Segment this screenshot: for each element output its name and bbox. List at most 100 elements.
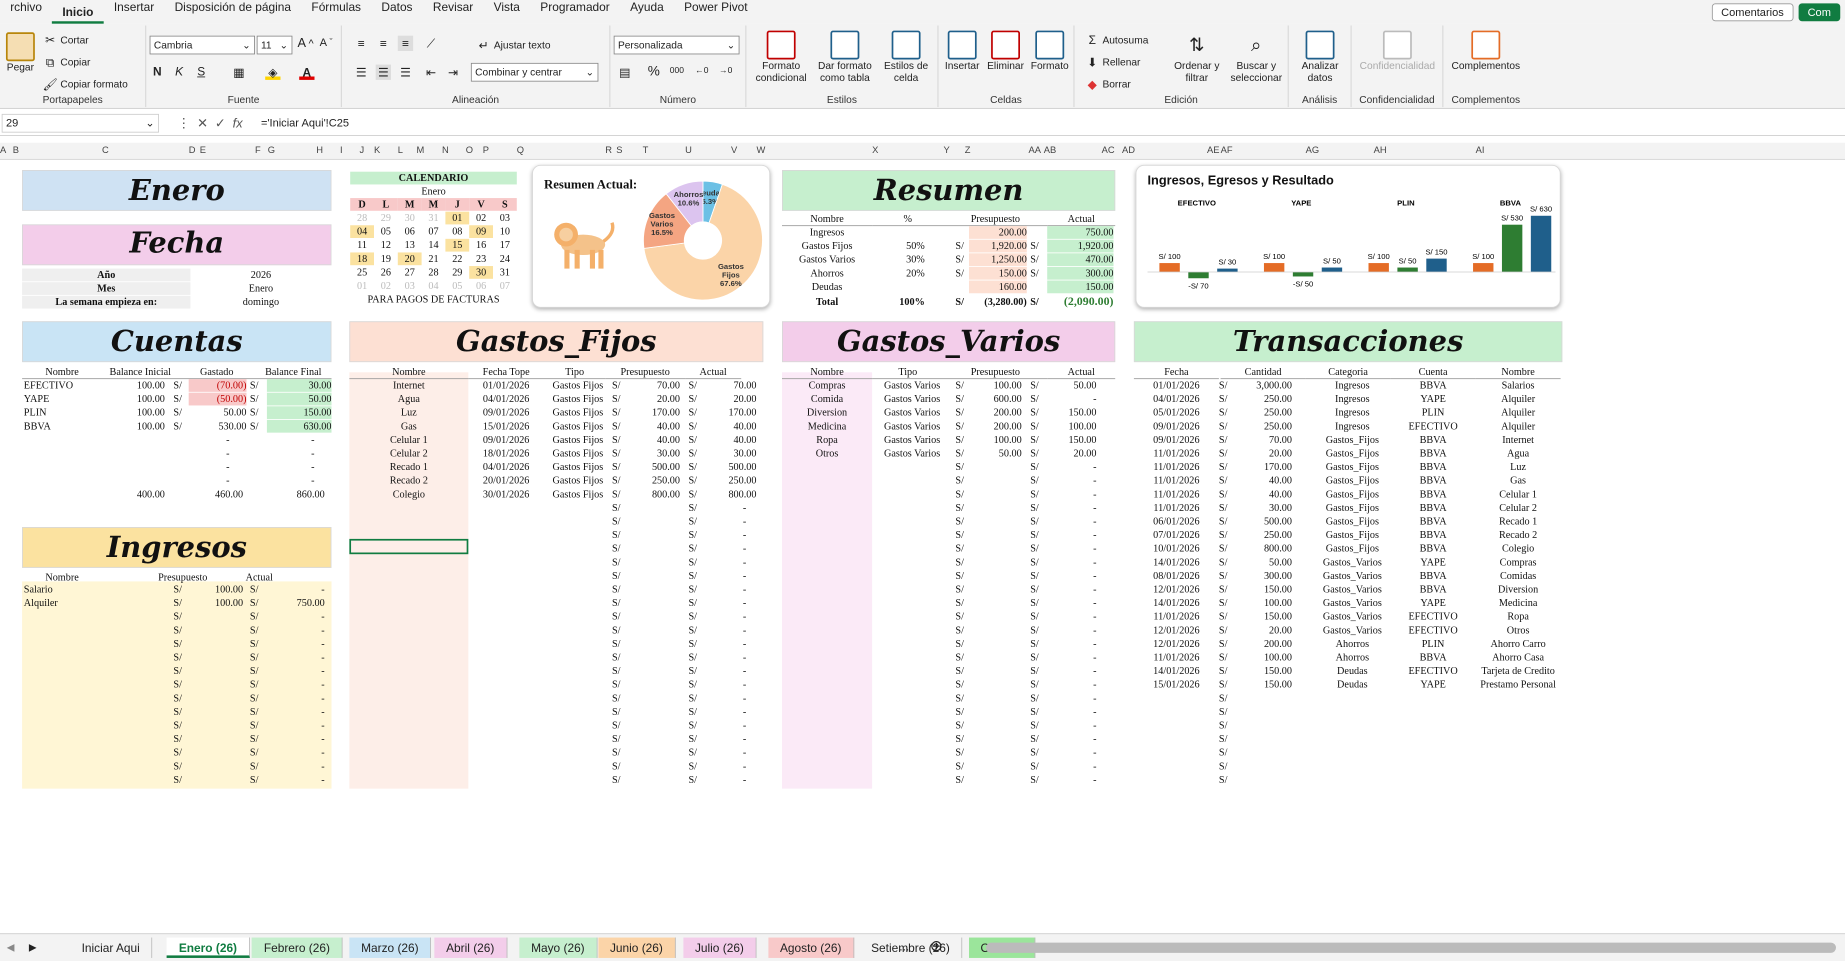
calendar-day[interactable]: 09 xyxy=(469,225,493,238)
column-header[interactable]: L xyxy=(398,145,403,155)
percent-button[interactable]: % xyxy=(648,65,660,80)
column-header[interactable]: G xyxy=(268,145,275,155)
sheet-tab[interactable]: Abril (26) xyxy=(434,937,508,958)
sheet-grid[interactable]: Enero Fecha Resumen Actual: Deudas 5.3% Ga… xyxy=(0,159,1845,789)
share-button[interactable]: Com xyxy=(1798,2,1841,21)
increase-decimal-button[interactable]: ←0 xyxy=(695,66,708,75)
calendar-day[interactable]: 03 xyxy=(398,280,422,293)
wrap-text-button[interactable]: ↵ Ajustar texto xyxy=(476,37,551,52)
sheet-tab[interactable]: Julio (26) xyxy=(683,937,757,958)
calendar-day[interactable]: 31 xyxy=(422,212,446,225)
calendar-day[interactable]: 01 xyxy=(445,211,470,225)
column-header[interactable]: H xyxy=(316,145,323,155)
merge-center-button[interactable]: Combinar y centrar ⌄ xyxy=(470,62,599,82)
calendar-day[interactable]: 23 xyxy=(469,252,493,265)
calendar-day[interactable]: 05 xyxy=(445,280,469,293)
name-box[interactable]: 29 ⌄ xyxy=(1,113,159,133)
column-header[interactable]: AH xyxy=(1374,145,1387,155)
menu-item[interactable]: Power Pivot xyxy=(674,0,758,24)
tab-scroll-left-icon[interactable]: ◀ xyxy=(7,941,15,953)
calendar-day[interactable]: 11 xyxy=(350,239,374,252)
align-middle-button[interactable]: ≡ xyxy=(376,36,391,51)
calendar-day[interactable]: 29 xyxy=(445,266,469,279)
calendar-day[interactable]: 15 xyxy=(445,238,470,252)
shrink-font-button[interactable]: Aˇ xyxy=(320,36,333,49)
decrease-decimal-button[interactable]: →0 xyxy=(719,66,732,75)
calendar-day[interactable]: 26 xyxy=(374,266,398,279)
column-header[interactable]: V xyxy=(731,145,737,155)
sheet-tab[interactable]: Febrero (26) xyxy=(251,937,343,958)
column-header[interactable]: S xyxy=(616,145,622,155)
number-format-select[interactable]: Personalizada ⌄ xyxy=(613,35,740,55)
paste-button[interactable]: Pegar xyxy=(3,32,37,73)
calendar-day[interactable]: 13 xyxy=(398,239,422,252)
calendar-day[interactable]: 21 xyxy=(422,252,446,265)
cut-button[interactable]: ✂ Cortar xyxy=(43,32,89,47)
sheet-tab[interactable]: Marzo (26) xyxy=(349,937,432,958)
increase-indent-button[interactable]: ⇥ xyxy=(445,65,460,80)
borders-button[interactable]: ▦ xyxy=(231,65,246,80)
column-header[interactable]: AC xyxy=(1102,145,1115,155)
column-header[interactable]: D xyxy=(189,145,196,155)
font-select[interactable]: Cambria ⌄ xyxy=(149,35,255,55)
column-header[interactable]: M xyxy=(417,145,425,155)
column-header[interactable]: C xyxy=(102,145,109,155)
bold-button[interactable]: N xyxy=(153,65,162,79)
column-header[interactable]: AF xyxy=(1221,145,1233,155)
calendar-day[interactable]: 17 xyxy=(493,239,517,252)
column-header[interactable]: AE xyxy=(1207,145,1219,155)
thousands-button[interactable]: 000 xyxy=(670,66,684,75)
format-button[interactable]: Formato xyxy=(1029,30,1072,72)
calendar-day[interactable]: 04 xyxy=(422,280,446,293)
column-header[interactable]: Y xyxy=(944,145,950,155)
sheet-tab[interactable]: Enero (26) xyxy=(166,937,250,958)
analyze-data-button[interactable]: Analizar datos xyxy=(1292,30,1348,84)
sheet-tab[interactable]: Setiembre (26) xyxy=(859,937,963,958)
column-header[interactable]: W xyxy=(757,145,766,155)
sheet-tab[interactable]: Iniciar Aqui xyxy=(69,937,153,958)
column-header[interactable]: R xyxy=(605,145,612,155)
calendar-day[interactable]: 05 xyxy=(374,225,398,238)
column-header[interactable]: J xyxy=(360,145,365,155)
column-header[interactable]: U xyxy=(685,145,692,155)
orientation-button[interactable]: ⟋ xyxy=(423,36,438,51)
calendar-day[interactable]: 07 xyxy=(422,225,446,238)
clear-button[interactable]: ◆ Borrar xyxy=(1085,77,1131,92)
calendar-day[interactable]: 02 xyxy=(374,280,398,293)
menu-item[interactable]: Programador xyxy=(530,0,620,24)
cell-styles-button[interactable]: Estilos de celda xyxy=(879,30,933,84)
formula-input[interactable]: ='Iniciar Aqui'!C25 xyxy=(261,116,349,129)
column-header[interactable]: AB xyxy=(1044,145,1056,155)
calendar-day[interactable]: 06 xyxy=(398,225,422,238)
calendar-day[interactable]: 08 xyxy=(445,225,469,238)
calendar-day[interactable]: 22 xyxy=(445,252,469,265)
column-header[interactable]: X xyxy=(872,145,878,155)
insert-button[interactable]: Insertar xyxy=(942,30,983,72)
calendar-day[interactable]: 16 xyxy=(469,239,493,252)
calendar-day[interactable]: 27 xyxy=(398,266,422,279)
column-header[interactable]: AA xyxy=(1029,145,1041,155)
fill-color-button[interactable]: ◈ xyxy=(265,65,281,80)
calendar-day[interactable]: 01 xyxy=(350,280,374,293)
format-as-table-button[interactable]: Dar formato como tabla xyxy=(814,30,875,84)
menu-item[interactable]: Revisar xyxy=(423,0,484,24)
calendar-day[interactable]: 19 xyxy=(374,252,398,265)
column-header[interactable]: E xyxy=(200,145,206,155)
calendar-day[interactable]: 02 xyxy=(469,212,493,225)
horizontal-scrollbar[interactable] xyxy=(986,942,1836,953)
autosum-button[interactable]: Σ Autosuma xyxy=(1085,32,1149,47)
calendar-day[interactable]: 30 xyxy=(398,212,422,225)
menu-item[interactable]: Disposición de página xyxy=(164,0,301,24)
align-left-button[interactable]: ☰ xyxy=(354,65,369,80)
calendar-day[interactable]: 30 xyxy=(469,266,493,279)
underline-button[interactable]: S xyxy=(197,65,205,79)
column-header[interactable]: AD xyxy=(1122,145,1135,155)
column-header[interactable]: B xyxy=(13,145,19,155)
calendar-day[interactable]: 18 xyxy=(350,252,374,266)
fx-icon[interactable]: ⋮ ✕ ✓ fx xyxy=(159,115,261,130)
calendar-day[interactable]: 07 xyxy=(493,280,517,293)
sheet-tab[interactable]: Mayo (26) xyxy=(519,937,598,958)
tabs-more[interactable]: ... xyxy=(899,939,909,953)
align-center-button[interactable]: ☰ xyxy=(375,64,391,80)
calendar-day[interactable]: 06 xyxy=(469,280,493,293)
